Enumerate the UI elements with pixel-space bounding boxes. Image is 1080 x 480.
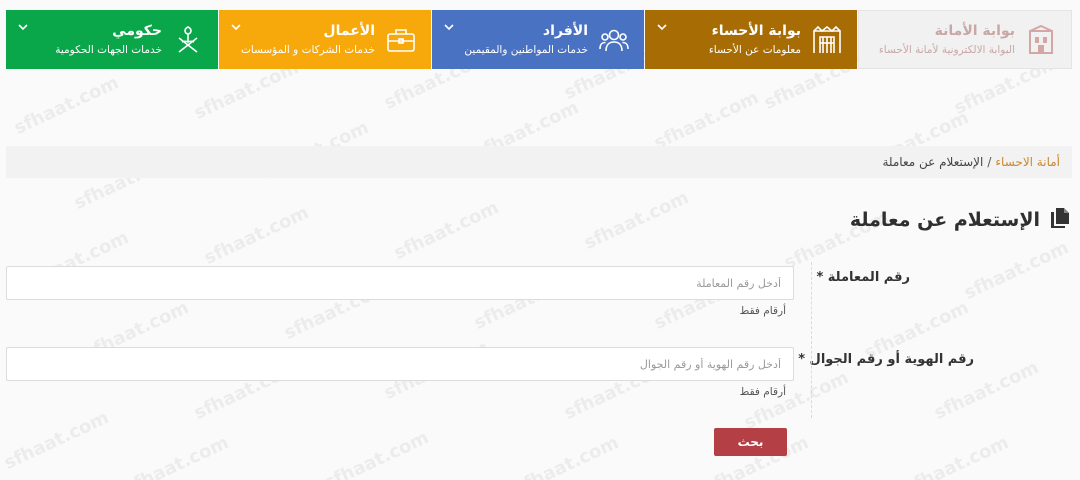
transaction-number-input[interactable] bbox=[6, 266, 794, 300]
watermark-text: sfhaat.com bbox=[510, 432, 623, 480]
copy-document-icon bbox=[1048, 206, 1072, 234]
page-title: الإستعلام عن معاملة bbox=[849, 209, 1040, 231]
page-header: الإستعلام عن معاملة bbox=[850, 206, 1072, 234]
gate-icon bbox=[811, 24, 843, 56]
identity-number-label: رقم الهوية أو رقم الجوال * bbox=[798, 352, 974, 367]
nav-tile-subtitle: خدمات المواطنين والمقيمين bbox=[464, 43, 588, 56]
nav-tile-subtitle: خدمات الجهات الحكومية bbox=[55, 43, 162, 56]
briefcase-icon bbox=[385, 24, 417, 56]
chevron-down-icon bbox=[657, 24, 667, 31]
search-button[interactable]: بحث bbox=[714, 428, 787, 456]
identity-number-input[interactable] bbox=[6, 347, 794, 381]
nav-tile-government[interactable]: حكومي خدمات الجهات الحكومية bbox=[6, 10, 218, 69]
watermark-text: sfhaat.com bbox=[930, 357, 1043, 424]
nav-tile-title: الأفراد bbox=[542, 22, 588, 39]
breadcrumb-separator: / bbox=[987, 155, 992, 169]
nav-tile-individuals[interactable]: الأفراد خدمات المواطنين والمقيمين bbox=[432, 10, 644, 69]
chevron-down-icon bbox=[444, 24, 454, 31]
nav-tile-subtitle: معلومات عن الأحساء bbox=[708, 43, 801, 56]
top-navigation: بوابة الأمانة البوابة الالكترونية لأمانة… bbox=[6, 10, 1072, 69]
nav-tile-business[interactable]: الأعمال خدمات الشركات و المؤسسات bbox=[219, 10, 431, 69]
chevron-down-icon bbox=[231, 24, 241, 31]
nav-tile-title: بوابة الأحساء bbox=[711, 22, 801, 39]
watermark-text: sfhaat.com bbox=[960, 237, 1073, 304]
nav-tile-amanah-portal[interactable]: بوابة الأمانة البوابة الالكترونية لأمانة… bbox=[858, 10, 1072, 69]
watermark-text: sfhaat.com bbox=[320, 427, 433, 480]
identity-number-hint: أرقام فقط bbox=[739, 386, 786, 398]
breadcrumb-current: الإستعلام عن معاملة bbox=[882, 155, 984, 169]
watermark-text: sfhaat.com bbox=[200, 202, 313, 269]
nav-tile-subtitle: خدمات الشركات و المؤسسات bbox=[240, 43, 375, 56]
transaction-number-hint: أرقام فقط bbox=[739, 305, 786, 317]
chevron-down-icon bbox=[18, 24, 28, 31]
nav-tile-title: بوابة الأمانة bbox=[934, 22, 1015, 39]
form-divider bbox=[811, 262, 812, 418]
users-icon bbox=[598, 24, 630, 56]
watermark-text: sfhaat.com bbox=[10, 72, 123, 139]
municipality-building-icon bbox=[1025, 24, 1057, 56]
breadcrumb: أمانة الاحساء / الإستعلام عن معاملة bbox=[6, 146, 1072, 178]
watermark-text: sfhaat.com bbox=[0, 407, 113, 474]
breadcrumb-home-link[interactable]: أمانة الاحساء bbox=[995, 155, 1060, 169]
nav-tile-title: حكومي bbox=[112, 22, 162, 39]
watermark-text: sfhaat.com bbox=[390, 197, 503, 264]
watermark-text: sfhaat.com bbox=[900, 432, 1013, 480]
watermark-text: sfhaat.com bbox=[580, 187, 693, 254]
nav-tile-title: الأعمال bbox=[323, 22, 375, 39]
nav-tile-subtitle: البوابة الالكترونية لأمانة الأحساء bbox=[878, 43, 1015, 56]
transaction-number-label: رقم المعاملة * bbox=[816, 270, 910, 285]
saudi-emblem-icon bbox=[172, 24, 204, 56]
watermark-text: sfhaat.com bbox=[120, 432, 233, 480]
nav-tile-ahsa-portal[interactable]: بوابة الأحساء معلومات عن الأحساء bbox=[645, 10, 857, 69]
watermark-text: sfhaat.com bbox=[650, 87, 763, 154]
